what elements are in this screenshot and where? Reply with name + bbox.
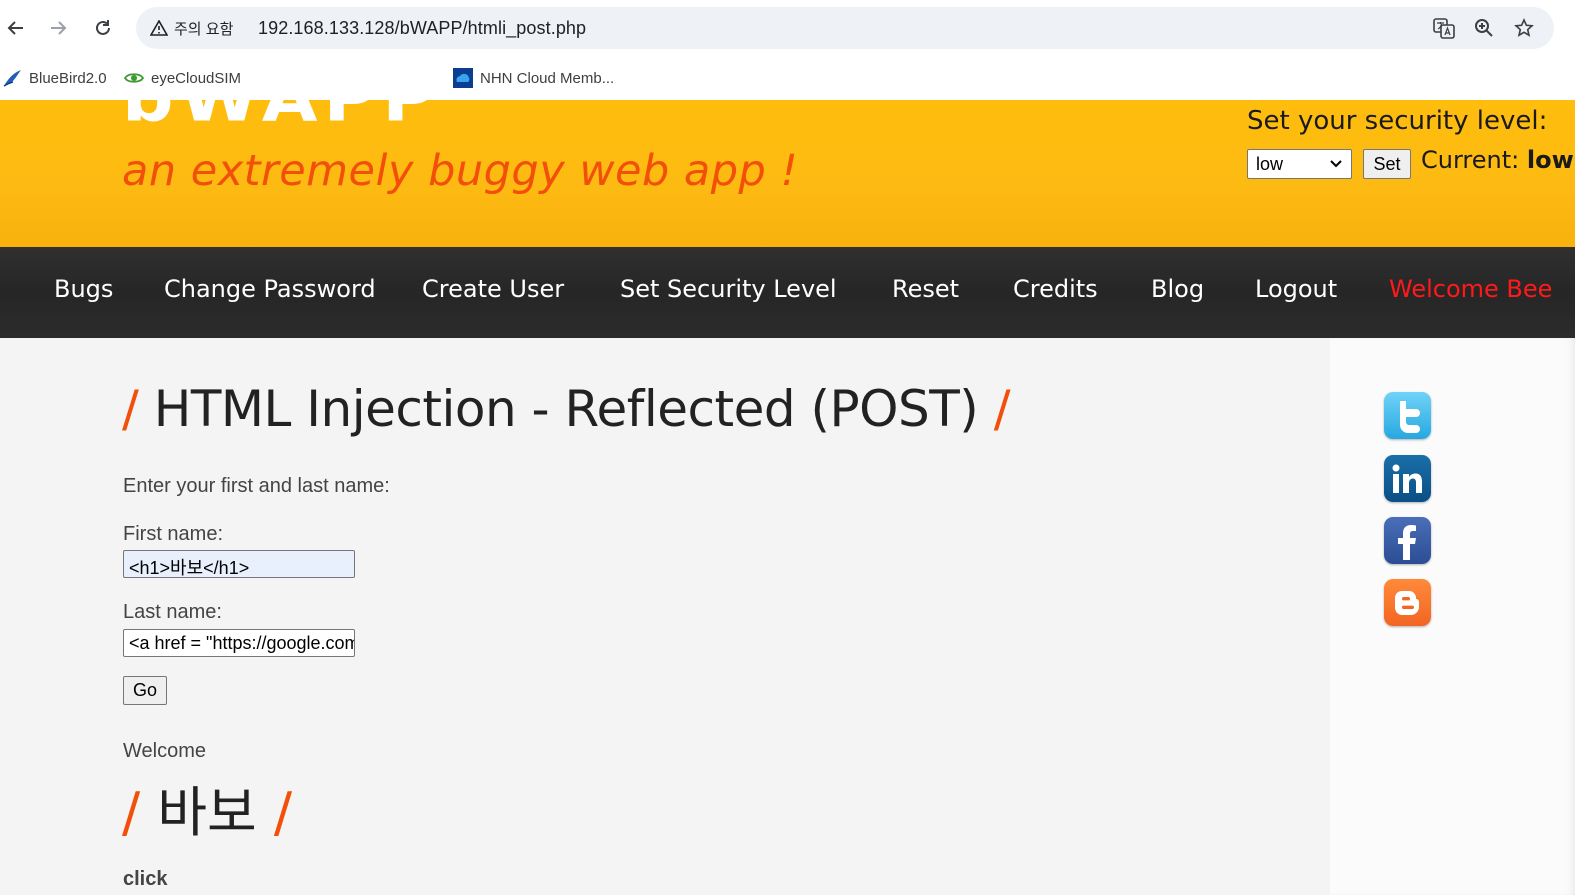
main-menu: Bugs Change Password Create User Set Sec…: [0, 247, 1575, 338]
linkedin-link[interactable]: [1384, 455, 1431, 502]
bookmark-eyecloudsim[interactable]: eyeCloudSIM: [124, 66, 241, 90]
menu-item-set-security-level[interactable]: Set Security Level: [620, 275, 837, 303]
current-security-level: Current: low: [1421, 146, 1574, 174]
menu-item-reset[interactable]: Reset: [892, 275, 959, 303]
site-tagline: an extremely buggy web app !: [122, 146, 799, 196]
heading-slash-left: /: [122, 781, 141, 844]
reload-button[interactable]: [87, 12, 119, 44]
facebook-link[interactable]: [1384, 517, 1431, 564]
page-title: / HTML Injection - Reflected (POST) /: [122, 380, 1011, 438]
first-name-input[interactable]: <h1>바보</h1>: [123, 550, 355, 578]
go-button[interactable]: Go: [123, 676, 167, 705]
bookmark-star-button[interactable]: [1512, 16, 1536, 40]
welcome-text: Welcome: [123, 740, 206, 762]
bookmarks-bar: BlueBird2.0 eyeCloudSIM NHN Cloud Memb..…: [0, 56, 1575, 100]
menu-item-credits[interactable]: Credits: [1013, 275, 1098, 303]
sidebar-social: [1330, 338, 1575, 895]
title-slash-left: /: [122, 380, 139, 438]
bookmark-label: NHN Cloud Memb...: [480, 69, 615, 87]
translate-button[interactable]: [1432, 16, 1456, 40]
menu-item-change-password[interactable]: Change Password: [164, 275, 376, 303]
last-name-label: Last name:: [123, 601, 222, 623]
current-value: low: [1526, 146, 1574, 174]
chevron-down-icon: [1330, 160, 1342, 168]
security-level-select[interactable]: low: [1247, 149, 1352, 179]
page-title-text: HTML Injection - Reflected (POST): [153, 380, 979, 438]
heading-slash-right: /: [273, 781, 293, 844]
menu-item-create-user[interactable]: Create User: [422, 275, 564, 303]
security-chip[interactable]: 주의 요함: [144, 13, 243, 43]
security-chip-label: 주의 요함: [174, 20, 234, 38]
site-header: bWAPP an extremely buggy web app ! Set y…: [0, 100, 1575, 247]
security-set-button[interactable]: Set: [1363, 149, 1411, 179]
title-slash-right: /: [993, 380, 1011, 438]
arrow-left-icon: [7, 21, 23, 35]
menu-item-bugs[interactable]: Bugs: [54, 275, 113, 303]
injected-heading: / 바보 /: [122, 768, 292, 847]
browser-toolbar: 주의 요함 192.168.133.128/bWAPP/htmli_post.p…: [0, 0, 1575, 56]
warning-icon: [150, 20, 168, 36]
bookmark-nhn-cloud[interactable]: NHN Cloud Memb...: [453, 66, 614, 90]
twitter-link[interactable]: [1384, 392, 1431, 439]
twitter-icon: [1399, 400, 1420, 433]
eye-icon: [124, 73, 144, 83]
injected-heading-text: 바보: [157, 781, 257, 844]
first-name-label: First name:: [123, 523, 224, 545]
facebook-icon: [1397, 524, 1416, 560]
bookmark-label: BlueBird2.0: [29, 69, 107, 87]
forward-button[interactable]: [42, 12, 74, 44]
menu-welcome-user: Welcome Bee: [1389, 275, 1553, 303]
reload-icon: [96, 20, 110, 35]
current-label: Current:: [1421, 146, 1520, 174]
site-logo[interactable]: bWAPP: [122, 100, 441, 136]
linkedin-icon: [1392, 464, 1422, 493]
bookmark-label: eyeCloudSIM: [151, 69, 242, 87]
form-intro: Enter your first and last name:: [123, 475, 390, 497]
address-bar[interactable]: 주의 요함 192.168.133.128/bWAPP/htmli_post.p…: [136, 7, 1554, 49]
blogger-link[interactable]: [1384, 579, 1431, 626]
menu-item-logout[interactable]: Logout: [1255, 275, 1337, 303]
menu-item-blog[interactable]: Blog: [1151, 275, 1204, 303]
zoom-button[interactable]: [1472, 16, 1496, 40]
security-level-label: Set your security level:: [1247, 106, 1548, 136]
main-content: / HTML Injection - Reflected (POST) / En…: [0, 338, 1330, 895]
arrow-right-icon: [51, 21, 67, 35]
security-level-selected: low: [1256, 153, 1284, 174]
bookmark-bluebird[interactable]: BlueBird2.0: [3, 66, 107, 90]
url-text[interactable]: 192.168.133.128/bWAPP/htmli_post.php: [258, 18, 586, 39]
bluebird-icon: [3, 70, 21, 87]
blogger-icon: [1394, 590, 1419, 615]
zoom-in-icon: [1475, 19, 1493, 37]
nhn-cloud-icon: [453, 68, 473, 88]
injected-link[interactable]: click: [123, 868, 167, 891]
translate-icon: [1433, 18, 1455, 39]
last-name-input[interactable]: <a href = "https://google.com">click</a>: [123, 629, 355, 657]
star-icon: [1514, 18, 1534, 37]
back-button[interactable]: [0, 12, 32, 44]
